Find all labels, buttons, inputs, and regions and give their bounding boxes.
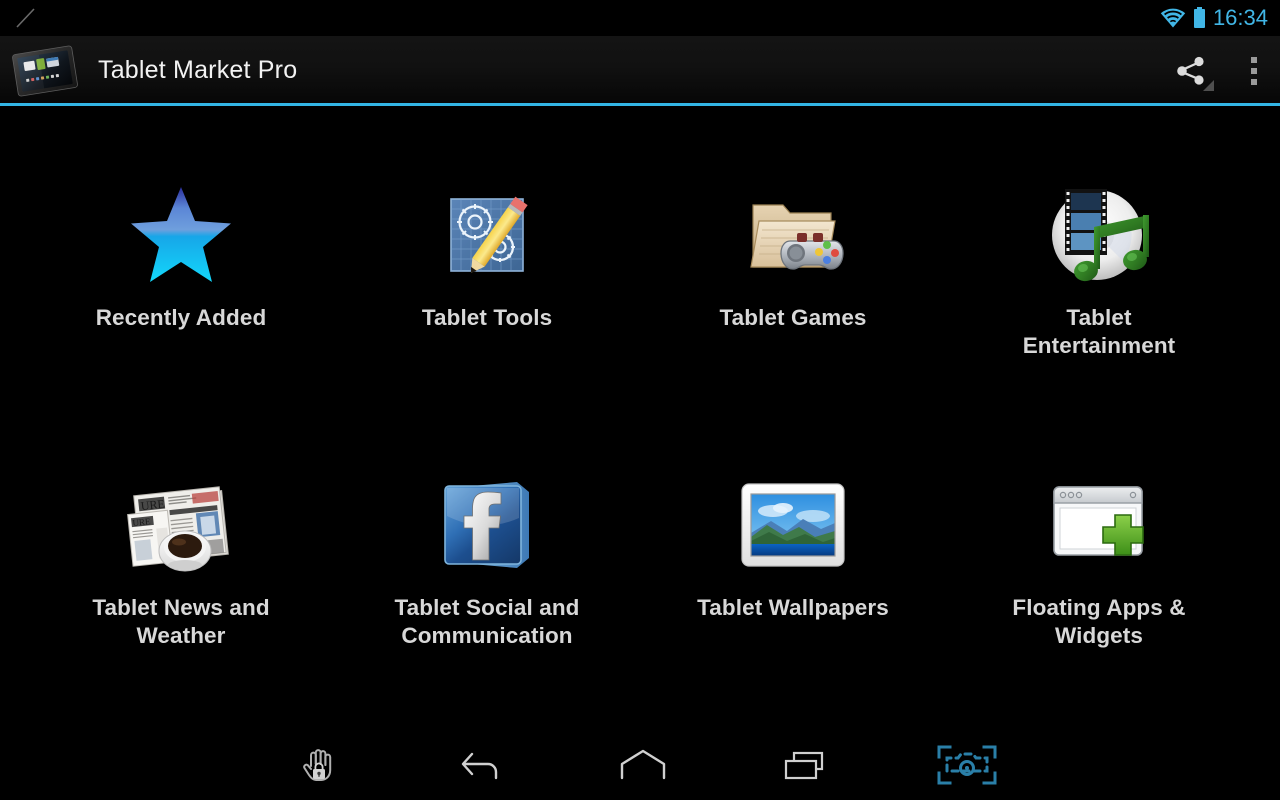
action-bar-underline [0, 103, 1280, 106]
screen-pin-lock-icon [303, 749, 332, 781]
dropdown-triangle-icon [1203, 80, 1214, 91]
overflow-menu-icon [1251, 56, 1257, 85]
grid-item-floating-apps-widgets[interactable]: Floating Apps & Widgets [946, 440, 1252, 730]
svg-text:URE: URE [132, 516, 151, 528]
grid-item-recently-added[interactable]: Recently Added [28, 150, 334, 440]
screenshot-icon [937, 745, 997, 785]
screen-pin-button[interactable] [238, 730, 400, 800]
status-bar: 16:34 [0, 0, 1280, 36]
action-bar: Tablet Market Pro [0, 36, 1280, 105]
tablet-screen: 16:34 Tablet Market Pro Recently Added T… [0, 0, 1280, 800]
grid-item-label: Tablet News and Weather [92, 595, 270, 648]
grid-item-label: Tablet Wallpapers [697, 595, 889, 620]
grid-item-label: Tablet Entertainment [1022, 305, 1176, 358]
home-button[interactable] [562, 730, 724, 800]
grid-item-tablet-tools[interactable]: Tablet Tools [334, 150, 640, 440]
category-grid: Recently Added Tablet Tools Tablet Games… [0, 110, 1280, 730]
grid-item-tablet-entertainment: Tablet Entertainment [946, 150, 1252, 440]
page-title: Tablet Market Pro [98, 56, 298, 84]
screenshot-button[interactable] [886, 730, 1048, 800]
battery-icon [1193, 7, 1205, 28]
facebook-icon [428, 470, 546, 580]
newspaper-coffee-icon: URE URE [122, 470, 240, 580]
stylus-line-icon [16, 8, 35, 28]
recent-apps-icon [784, 751, 824, 780]
wifi-icon [1160, 8, 1186, 28]
grid-item-label: Tablet Games [719, 305, 867, 330]
window-plus-icon [1040, 470, 1158, 580]
navigation-bar [0, 730, 1280, 800]
share-button[interactable] [1154, 36, 1228, 105]
photo-landscape-icon [734, 470, 852, 580]
grid-item-label: Tablet Tools [421, 305, 553, 330]
folder-gamepad-icon [734, 180, 852, 290]
overflow-menu-button[interactable] [1228, 36, 1280, 105]
back-icon [461, 752, 498, 780]
grid-item-label: Floating Apps & Widgets [1012, 595, 1186, 648]
grid-item-tablet-games[interactable]: Tablet Games [640, 150, 946, 440]
status-bar-left [0, 0, 60, 36]
status-bar-clock: 16:34 [1212, 5, 1268, 30]
home-icon [620, 749, 666, 780]
grid-item-tablet-wallpapers[interactable]: Tablet Wallpapers [640, 440, 946, 730]
grid-item-label: Recently Added [95, 305, 267, 330]
star-icon [122, 180, 240, 290]
status-bar-right[interactable]: 16:34 [1160, 0, 1280, 36]
grid-item-tablet-social[interactable]: Tablet Social and Communication [334, 440, 640, 730]
disc-film-music-icon [1040, 180, 1158, 290]
recent-apps-button[interactable] [724, 730, 886, 800]
tablet-device-icon[interactable] [12, 45, 78, 97]
gears-pencil-icon [428, 180, 546, 290]
back-button[interactable] [400, 730, 562, 800]
grid-item-label: Tablet Social and Communication [394, 595, 580, 648]
grid-item-tablet-news-weather[interactable]: URE URE Tablet News and Weather [28, 440, 334, 730]
